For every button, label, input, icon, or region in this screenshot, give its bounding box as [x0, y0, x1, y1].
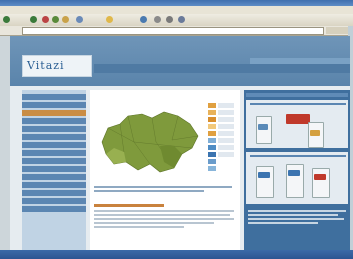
promo-text-line — [248, 214, 338, 216]
box-label-icon — [314, 174, 326, 180]
legend-value — [218, 131, 234, 136]
sidebar-item[interactable] — [22, 126, 86, 132]
legend-value — [218, 152, 234, 157]
caption-text-line — [94, 190, 204, 192]
sidebar-item[interactable] — [22, 198, 86, 204]
page-viewport: Vitazi — [10, 36, 350, 250]
box-label-icon — [288, 170, 300, 176]
logo-text: Vitazi — [27, 59, 65, 72]
legend-swatch — [208, 138, 216, 143]
left-sidebar — [22, 90, 86, 250]
right-column — [244, 90, 350, 250]
promo-banner-top — [246, 93, 348, 97]
sidebar-item[interactable] — [22, 118, 86, 124]
promo-title — [250, 103, 346, 105]
legend-value — [218, 110, 234, 115]
article-text-line — [94, 210, 234, 212]
legend-value — [218, 145, 234, 150]
status-bar — [0, 250, 353, 259]
refresh-icon[interactable] — [52, 16, 59, 23]
print-icon[interactable] — [166, 16, 173, 23]
product-bottle-icon — [256, 116, 272, 144]
legend-swatch — [208, 131, 216, 136]
main-nav — [94, 64, 350, 73]
search-icon[interactable] — [76, 16, 83, 23]
favorites-icon[interactable] — [106, 16, 113, 23]
product-box-icon — [256, 166, 274, 198]
map-caption — [94, 186, 234, 196]
article-text-line — [94, 222, 214, 224]
legend-swatch — [208, 166, 216, 171]
sidebar-item-active[interactable] — [22, 110, 86, 116]
sidebar-item[interactable] — [22, 94, 86, 100]
site-logo[interactable]: Vitazi — [22, 55, 92, 77]
forward-icon[interactable] — [30, 16, 37, 23]
mail-icon[interactable] — [154, 16, 161, 23]
stop-icon[interactable] — [42, 16, 49, 23]
box-label-icon — [258, 172, 270, 178]
product-promo-2[interactable] — [246, 152, 348, 204]
sidebar-item[interactable] — [22, 166, 86, 172]
history-icon[interactable] — [140, 16, 147, 23]
article-heading — [94, 204, 164, 207]
promo-text-line — [248, 222, 318, 224]
browser-menu-bar — [0, 6, 353, 14]
sidebar-item[interactable] — [22, 142, 86, 148]
main-content — [90, 90, 240, 250]
sidebar-item[interactable] — [22, 182, 86, 188]
sidebar-item[interactable] — [22, 134, 86, 140]
legend-value — [218, 138, 234, 143]
go-button[interactable] — [326, 27, 348, 34]
legend-swatch — [208, 145, 216, 150]
promo-text-line — [248, 218, 344, 220]
map-of-regions[interactable] — [94, 102, 204, 180]
bottle-label-icon — [310, 130, 320, 136]
promo-title — [250, 155, 346, 157]
legend-value — [218, 103, 234, 108]
legend-value — [218, 117, 234, 122]
legend-value — [218, 124, 234, 129]
article-text-line — [94, 214, 230, 216]
caption-text-line — [94, 186, 232, 188]
sidebar-item[interactable] — [22, 102, 86, 108]
legend-swatch — [208, 152, 216, 157]
back-icon[interactable] — [3, 16, 10, 23]
bottle-label-icon — [258, 124, 268, 130]
edit-icon[interactable] — [178, 16, 185, 23]
legend-swatch — [208, 110, 216, 115]
article-text-line — [94, 226, 184, 228]
sidebar-item[interactable] — [22, 190, 86, 196]
sidebar-item[interactable] — [22, 206, 86, 212]
home-icon[interactable] — [62, 16, 69, 23]
product-logo-icon — [286, 114, 310, 124]
product-box-icon — [312, 168, 330, 198]
site-header: Vitazi — [10, 36, 350, 86]
address-bar — [0, 26, 353, 36]
legend-swatch — [208, 117, 216, 122]
url-input[interactable] — [22, 27, 324, 35]
sidebar-item[interactable] — [22, 158, 86, 164]
screen: Vitazi — [0, 0, 353, 259]
legend-swatch — [208, 103, 216, 108]
sidebar-item[interactable] — [22, 150, 86, 156]
product-promo-1[interactable] — [246, 100, 348, 148]
legend-swatch — [208, 159, 216, 164]
article-text-line — [94, 218, 234, 220]
legend-swatch — [208, 124, 216, 129]
promo-text-line — [248, 210, 346, 212]
sidebar-item[interactable] — [22, 174, 86, 180]
